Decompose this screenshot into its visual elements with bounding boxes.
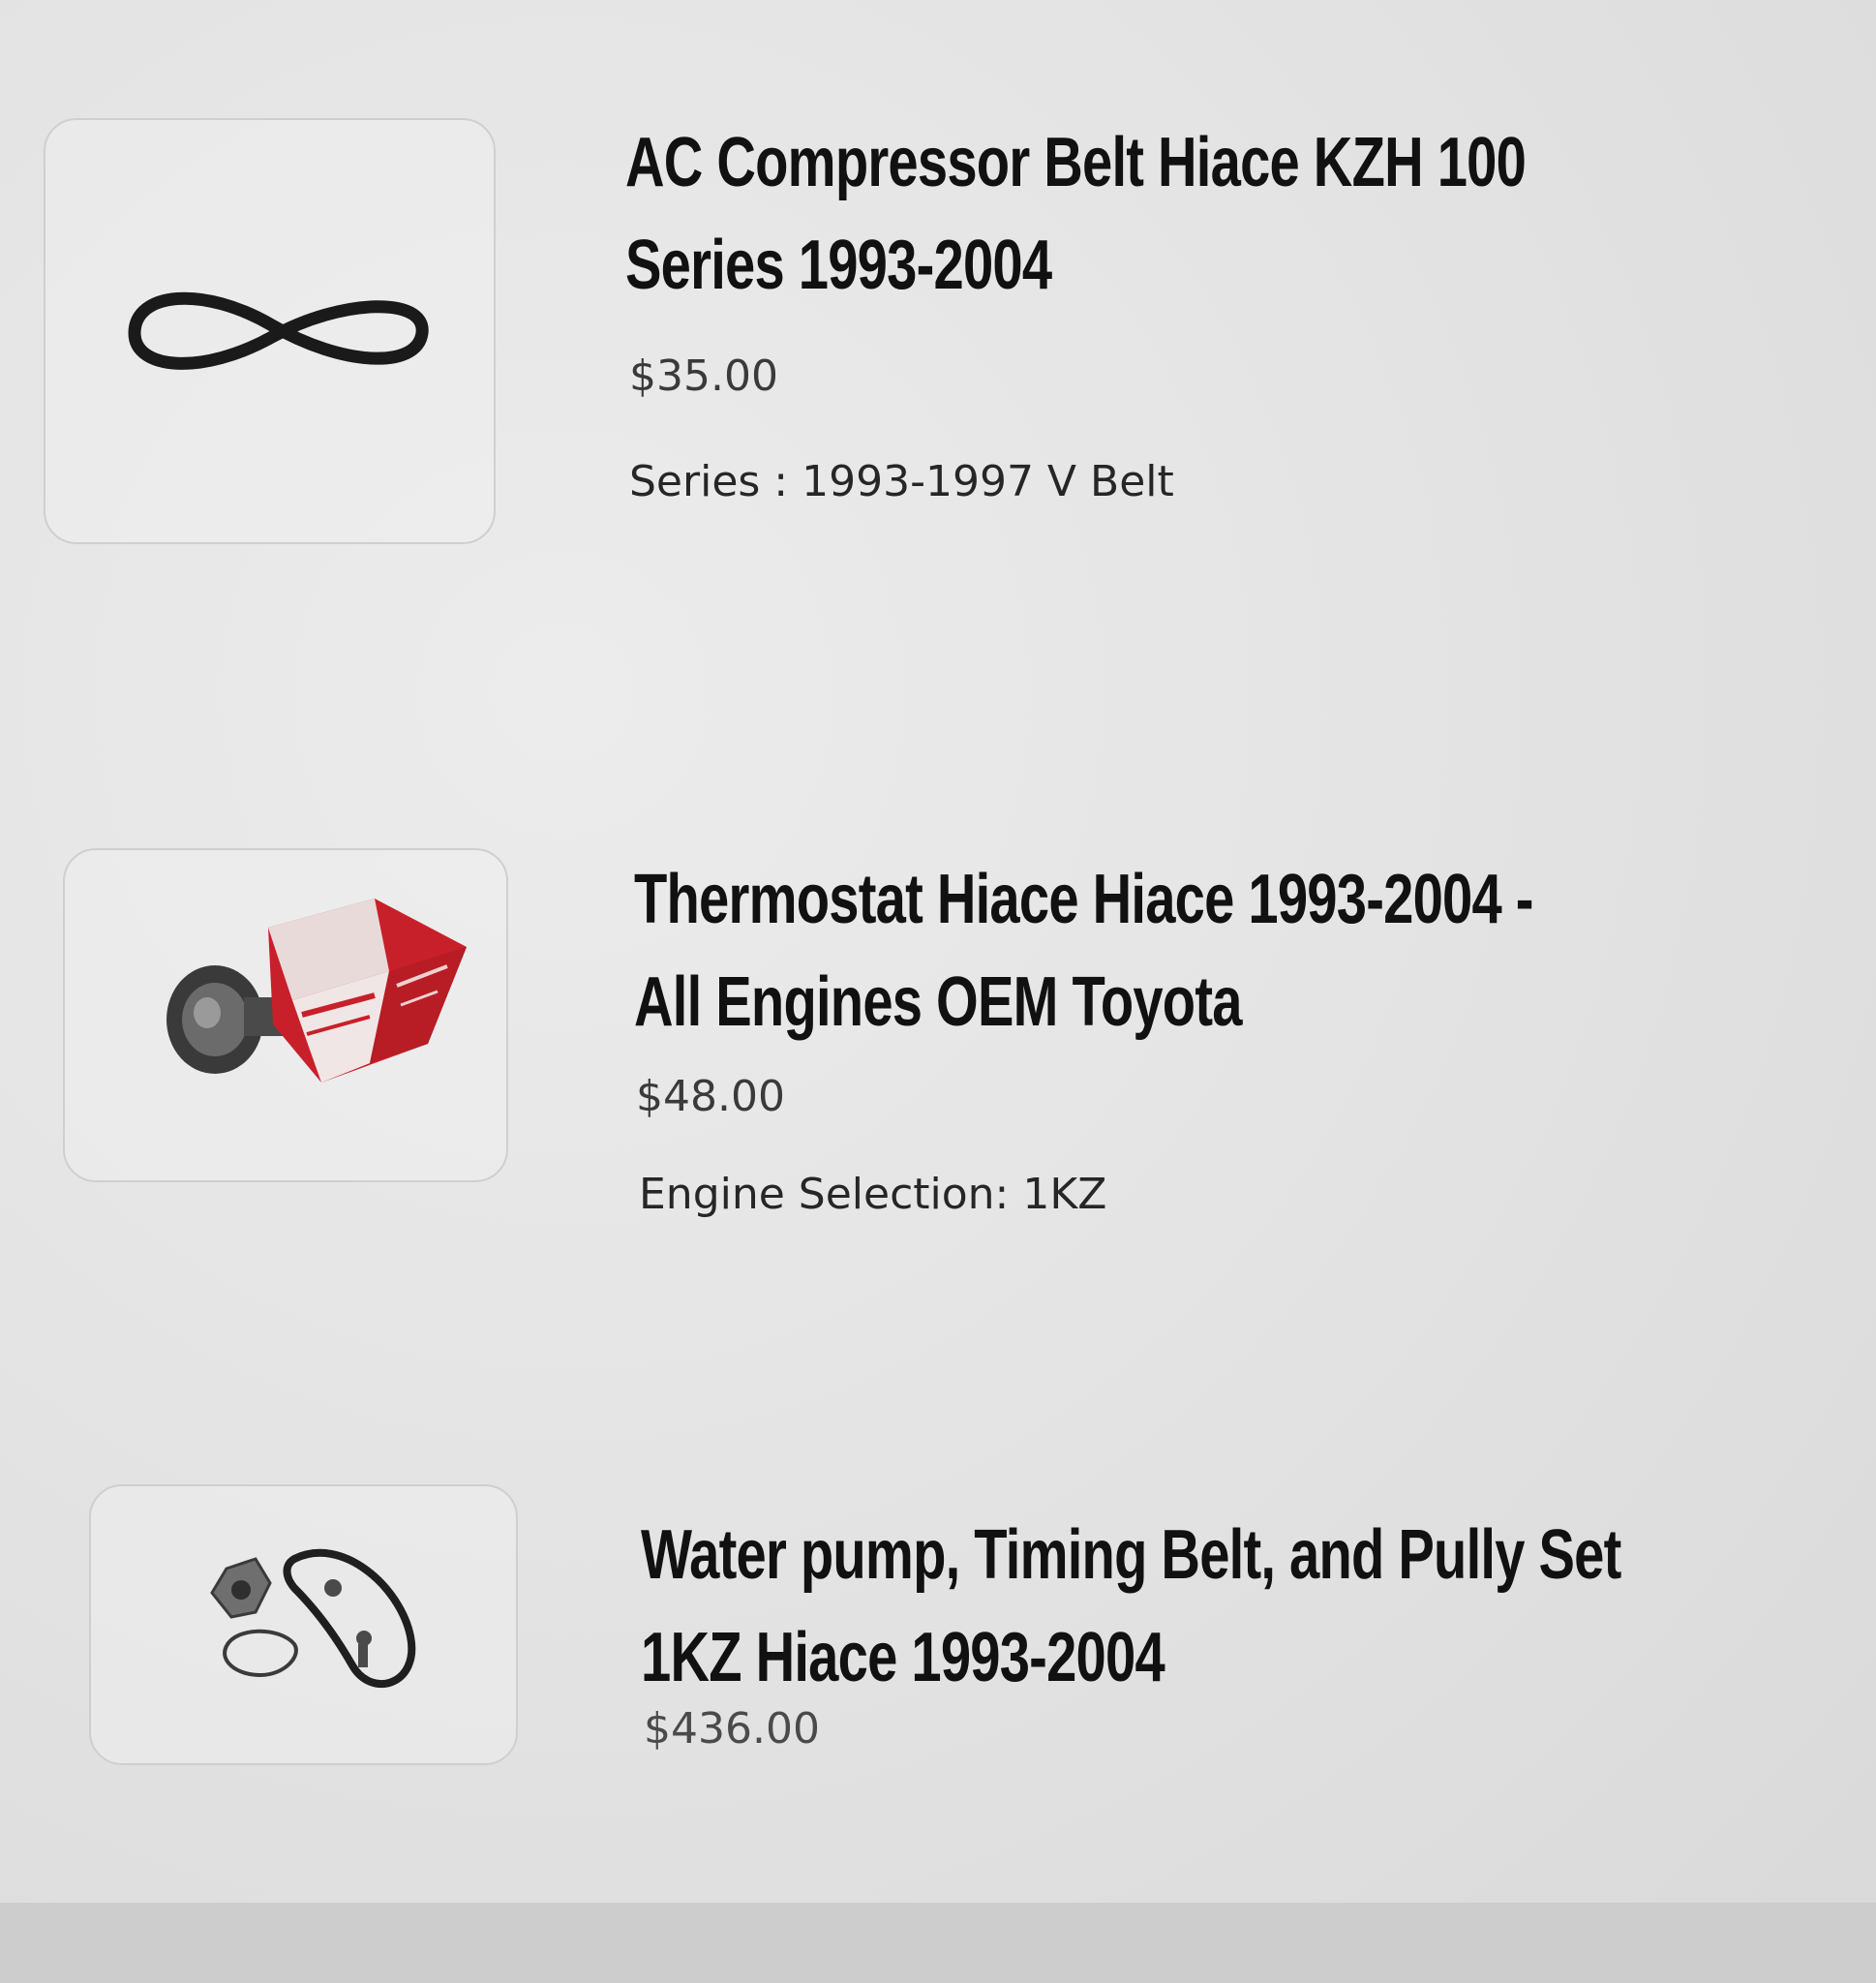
- product-title-line-1: AC Compressor Belt Hiace KZH 100: [625, 124, 1527, 201]
- product-thumbnail[interactable]: [44, 118, 496, 544]
- product-title-line-1: Thermostat Hiace Hiace 1993-2004 -: [634, 861, 1533, 938]
- product-option: Series : 1993-1997 V Belt: [629, 457, 1174, 506]
- product-title[interactable]: Thermostat Hiace Hiace 1993-2004 - All E…: [634, 848, 1533, 1053]
- product-option: Engine Selection: 1KZ: [639, 1170, 1107, 1219]
- thermostat-box-icon: [166, 899, 467, 1083]
- product-thumbnail[interactable]: [89, 1484, 518, 1765]
- product-title-line-2: Series 1993-2004: [625, 227, 1052, 304]
- product-title-line-2: 1KZ Hiace 1993-2004: [641, 1619, 1165, 1696]
- product-price: $48.00: [636, 1072, 785, 1121]
- product-title-line-2: All Engines OEM Toyota: [634, 963, 1242, 1041]
- bottom-edge: [0, 1903, 1876, 1983]
- product-title-line-1: Water pump, Timing Belt, and Pully Set: [641, 1516, 1621, 1594]
- product-price: $436.00: [644, 1704, 820, 1754]
- product-title[interactable]: AC Compressor Belt Hiace KZH 100 Series …: [625, 111, 1527, 317]
- product-price: $35.00: [629, 351, 778, 401]
- product-thumbnail[interactable]: [63, 848, 508, 1182]
- product-title[interactable]: Water pump, Timing Belt, and Pully Set 1…: [641, 1504, 1621, 1709]
- water-pump-kit-icon: [210, 1548, 416, 1688]
- v-belt-icon: [128, 291, 429, 370]
